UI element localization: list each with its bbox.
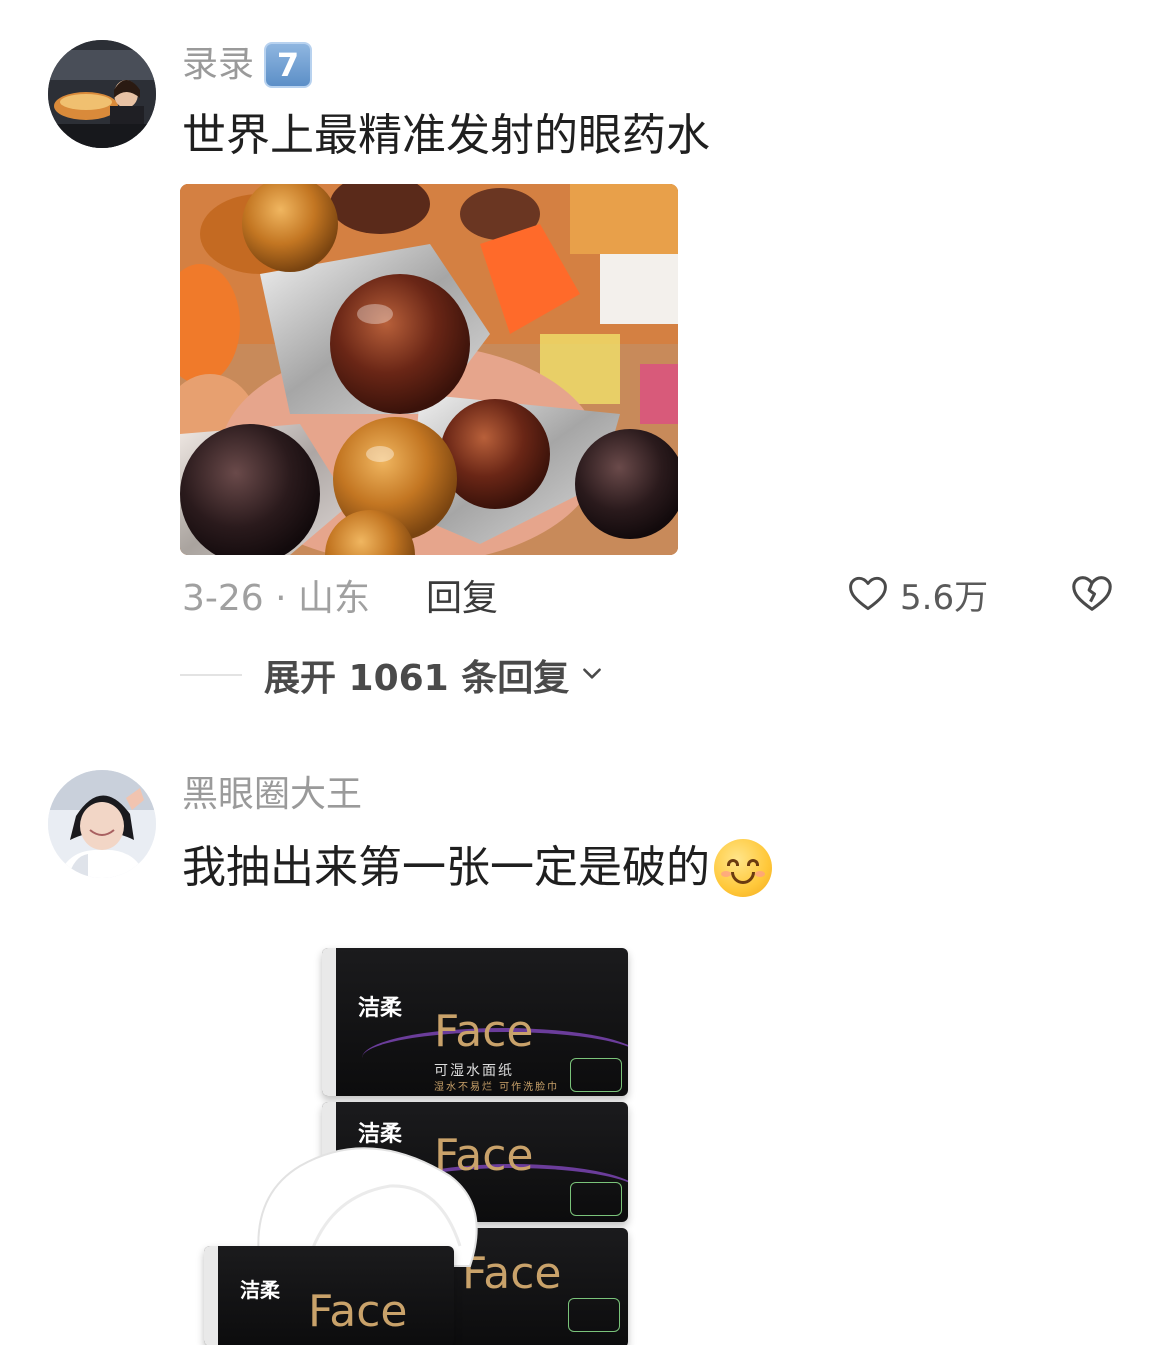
username-row: 录录 7 — [182, 40, 313, 90]
username-row: 黑眼圈大王 — [182, 770, 362, 820]
comment-image[interactable]: 洁柔 Face 可湿水面纸 湿水不易烂 可作洗脸巾 洁柔 Face Face 洁… — [180, 916, 678, 1345]
dislike-button[interactable] — [1068, 570, 1116, 620]
product-name-4: Face — [308, 1286, 408, 1337]
product-brand-4: 洁柔 — [240, 1278, 280, 1302]
product-name: Face — [434, 1006, 534, 1057]
chevron-down-icon — [579, 660, 605, 690]
comment-text: 世界上最精准发射的眼药水 — [182, 110, 710, 161]
product-subtitle: 可湿水面纸 — [434, 1063, 514, 1079]
username[interactable]: 录录 — [182, 40, 254, 90]
product-badge-2 — [570, 1182, 622, 1216]
tissue-box-open: 洁柔 Face — [204, 1246, 454, 1345]
comment-image[interactable] — [180, 184, 678, 555]
username[interactable]: 黑眼圈大王 — [182, 770, 362, 820]
like-count: 5.6万 — [900, 578, 989, 618]
comment-meta: 3-26 · 山东 回复 5.6万 — [182, 570, 1132, 620]
heart-outline-icon — [846, 571, 890, 619]
date-location: 3-26 · 山东 — [182, 578, 371, 619]
product-badge-3 — [568, 1298, 620, 1332]
tissue-box: 洁柔 Face 可湿水面纸 湿水不易烂 可作洗脸巾 — [322, 948, 628, 1096]
product-tagline: 湿水不易烂 可作洗脸巾 — [434, 1082, 560, 1093]
product-brand: 洁柔 — [358, 996, 403, 1021]
comment-item: 黑眼圈大王 我抽出来第一张一定是破的 洁柔 Face 可湿水面纸 湿水不易烂 可… — [0, 730, 1170, 1345]
expand-replies-label: 展开 1061 条回复 — [264, 658, 570, 699]
divider — [180, 674, 242, 676]
comment-text: 我抽出来第一张一定是破的 — [182, 838, 772, 898]
comment-item: 录录 7 世界上最精准发射的眼药水 3-26 · 山东 回复 5.6万 展开 1… — [0, 0, 1170, 730]
user-avatar[interactable] — [48, 770, 156, 878]
smiling-face-emoji-icon — [714, 839, 772, 897]
reply-button[interactable]: 回复 — [426, 569, 498, 621]
product-badge — [570, 1058, 622, 1092]
broken-heart-icon — [1068, 576, 1116, 620]
user-avatar[interactable] — [48, 40, 156, 148]
like-button[interactable]: 5.6万 — [846, 570, 988, 619]
level-badge: 7 — [264, 42, 313, 88]
expand-replies[interactable]: 展开 1061 条回复 — [180, 650, 605, 700]
comment-text-content: 我抽出来第一张一定是破的 — [182, 842, 710, 893]
